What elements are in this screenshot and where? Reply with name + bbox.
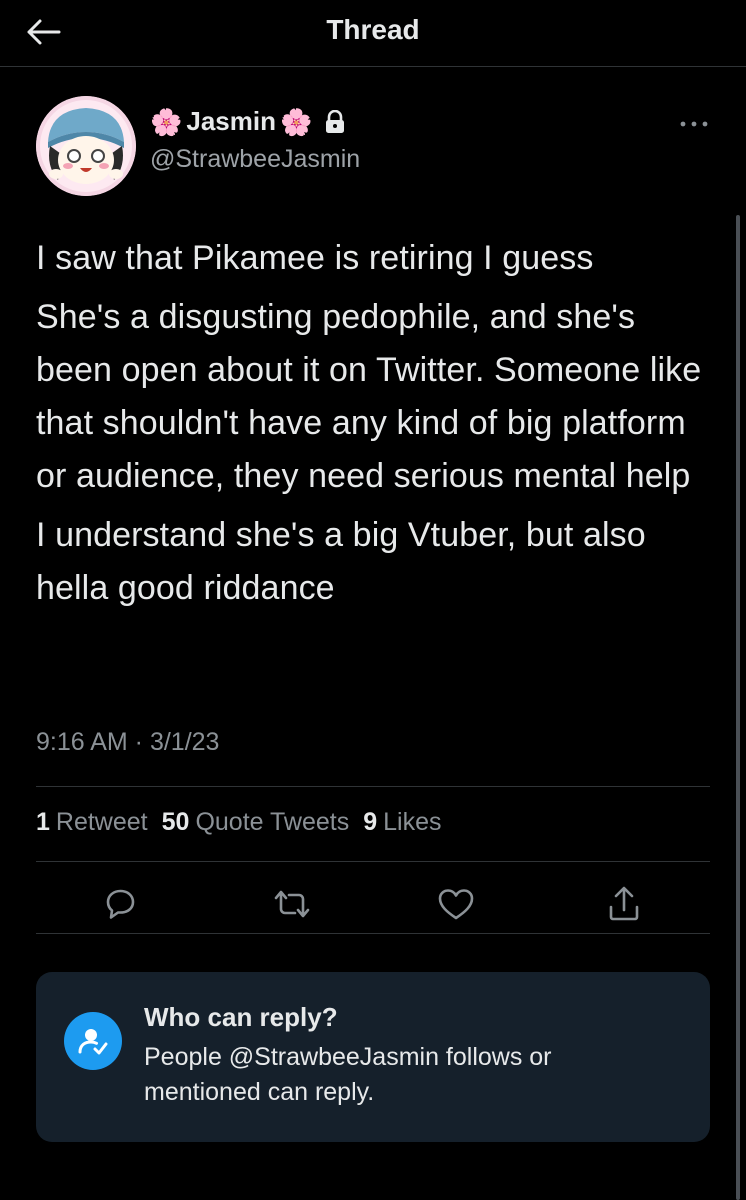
author-handle[interactable]: @StrawbeeJasmin [150,145,360,174]
heart-icon [438,889,474,920]
page-title: Thread [326,14,420,45]
tweet-paragraph: I understand she's a big Vtuber, but als… [36,516,646,607]
quote-tweets-stat[interactable]: 50 Quote Tweets [162,808,350,837]
author-name: Jasmin [186,106,276,136]
flower-emoji-right: 🌸 [279,106,313,137]
retweets-label: Retweet [55,808,148,836]
avatar[interactable] [36,96,136,196]
lock-icon [324,109,346,134]
retweets-stat[interactable]: 1 Retweet [36,808,148,837]
more-horizontal-icon [680,121,708,127]
divider [36,786,710,787]
who-can-reply-description: People @StrawbeeJasmin follows or mentio… [144,1043,552,1106]
more-options-button[interactable] [676,112,712,136]
reply-icon [106,889,135,919]
likes-label: Likes [383,808,442,836]
like-button[interactable] [434,882,478,926]
scrollbar[interactable] [736,215,740,1200]
share-button[interactable] [602,882,646,926]
top-bar: Thread [0,0,746,67]
quotes-label: Quote Tweets [195,808,350,836]
share-icon [609,886,639,921]
divider [36,861,710,862]
tweet-timestamp[interactable]: 9:16 AM · 3/1/23 [36,728,219,757]
who-can-reply-title: Who can reply? [144,1002,338,1032]
author-display-name[interactable]: 🌸 Jasmin 🌸 [150,106,346,137]
thread-screen: Thread 🌸 Jasmin 🌸 @StrawbeeJasmin I saw … [0,0,746,1200]
reply-button[interactable] [98,882,142,926]
retweet-button[interactable] [270,882,314,926]
tweet-paragraph: I saw that Pikamee is retiring I guess [36,239,594,277]
avatar-image [36,96,136,196]
who-can-reply-card: Who can reply? People @StrawbeeJasmin fo… [36,972,710,1142]
tweet-text: I saw that Pikamee is retiring I guess S… [36,232,716,621]
tweet-stats: 1 Retweet 50 Quote Tweets 9 Likes [36,808,442,837]
tweet-actions [36,874,710,930]
flower-emoji-left: 🌸 [150,106,183,137]
likes-stat[interactable]: 9 Likes [363,808,441,837]
retweet-icon [274,890,310,918]
tweet-paragraph: She's a disgusting pedophile, and she's … [36,298,702,495]
likes-count: 9 [363,808,378,836]
quotes-count: 50 [161,808,190,836]
retweets-count: 1 [36,808,50,836]
divider [36,933,710,934]
user-check-icon [64,1012,122,1070]
